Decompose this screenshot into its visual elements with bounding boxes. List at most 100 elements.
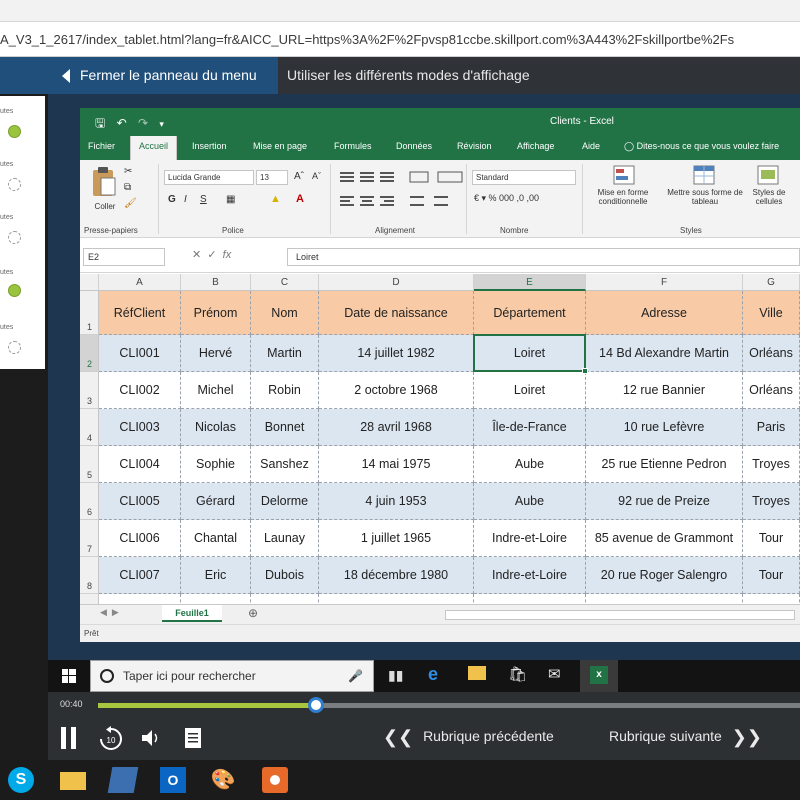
column-header-c[interactable]: C <box>251 274 319 291</box>
table-cell[interactable]: Launay <box>251 520 319 557</box>
tab-mise-en-page[interactable]: Mise en page <box>253 141 307 151</box>
table-cell[interactable]: Chantal <box>181 520 251 557</box>
bold-button[interactable]: G <box>168 194 176 205</box>
table-cell[interactable]: Bonnet <box>251 409 319 446</box>
pause-icon[interactable] <box>58 726 80 750</box>
mail-icon[interactable]: ✉ <box>548 665 561 683</box>
table-cell[interactable]: 20 rue Roger Salengro <box>586 557 743 594</box>
customize-toolbar-icon[interactable]: ▾ <box>159 119 164 129</box>
status-complete-icon[interactable] <box>8 125 21 138</box>
table-cell[interactable]: 85 avenue de Grammont <box>586 520 743 557</box>
table-cell[interactable]: Orléans <box>743 335 800 372</box>
select-all-corner[interactable] <box>80 274 99 291</box>
transcript-icon[interactable] <box>184 727 202 749</box>
column-header-b[interactable]: B <box>181 274 251 291</box>
formula-buttons[interactable]: ✕ ✓ fx <box>192 248 287 266</box>
increase-font-icon[interactable]: Aˆ <box>294 171 304 182</box>
tab-fichier[interactable]: Fichier <box>88 141 115 151</box>
fill-color-icon[interactable]: ▲ <box>270 193 281 205</box>
decrease-font-icon[interactable]: Aˇ <box>312 171 321 181</box>
table-cell[interactable]: CLI001 <box>99 335 181 372</box>
recorder-icon[interactable] <box>262 767 288 793</box>
font-size-select[interactable]: 13 <box>256 170 288 185</box>
row-header-6[interactable]: 6 <box>80 483 99 520</box>
close-menu-button[interactable]: Fermer le panneau du menu <box>0 57 278 94</box>
column-header-e[interactable]: E <box>474 274 586 291</box>
table-cell[interactable]: Hervé <box>181 335 251 372</box>
table-cell[interactable]: Martin <box>251 335 319 372</box>
column-header-d[interactable]: D <box>319 274 474 291</box>
name-box[interactable]: E2 <box>83 248 165 266</box>
empty-cell[interactable] <box>474 594 586 604</box>
number-format-select[interactable]: Standard <box>472 170 576 185</box>
table-cell[interactable]: 92 rue de Preize <box>586 483 743 520</box>
paint-icon[interactable]: 🎨 <box>210 767 236 793</box>
font-name-select[interactable]: Lucida Grande <box>164 170 254 185</box>
table-header-cell[interactable]: Date de naissance <box>319 291 474 335</box>
status-incomplete-icon[interactable] <box>8 341 21 354</box>
task-view-icon[interactable]: ▮▮ <box>388 667 403 684</box>
windows-start-icon[interactable] <box>62 669 76 683</box>
table-cell[interactable]: 14 Bd Alexandre Martin <box>586 335 743 372</box>
table-cell[interactable]: Aube <box>474 446 586 483</box>
font-color-icon[interactable]: A <box>296 193 304 205</box>
table-cell[interactable]: Gérard <box>181 483 251 520</box>
conditional-format-icon[interactable] <box>612 164 636 186</box>
table-header-cell[interactable]: Département <box>474 291 586 335</box>
table-cell[interactable]: Indre-et-Loire <box>474 520 586 557</box>
table-cell[interactable]: 2 octobre 1968 <box>319 372 474 409</box>
table-cell[interactable]: 10 rue Lefèvre <box>586 409 743 446</box>
tab-aide[interactable]: Aide <box>582 141 600 151</box>
skype-icon[interactable]: S <box>8 767 34 793</box>
store-icon[interactable]: 🛍 <box>508 665 527 683</box>
save-icon[interactable]: 🖫 <box>95 116 105 130</box>
number-format-buttons[interactable]: € ▾ % 000 ,0 ,00 <box>474 193 539 204</box>
redo-icon[interactable]: ↷ <box>138 116 148 130</box>
outlook-icon[interactable]: O <box>160 767 186 793</box>
tell-me-search[interactable]: ◯ Dites-nous ce que vous voulez faire <box>624 141 779 152</box>
row-header-8[interactable]: 8 <box>80 557 99 594</box>
table-cell[interactable]: 14 juillet 1982 <box>319 335 474 372</box>
table-cell[interactable]: Indre-et-Loire <box>474 557 586 594</box>
row-header-2[interactable]: 2 <box>80 335 99 372</box>
excel-taskbar-slot[interactable]: x <box>580 660 618 692</box>
table-cell[interactable]: Robin <box>251 372 319 409</box>
table-cell[interactable]: Tour <box>743 520 800 557</box>
row-header-7[interactable]: 7 <box>80 520 99 557</box>
table-cell[interactable]: 12 rue Bannier <box>586 372 743 409</box>
taskbar-search-box[interactable]: Taper ici pour rechercher 🎤 <box>90 660 374 692</box>
undo-icon[interactable]: ↶ <box>117 116 127 130</box>
table-cell[interactable]: Michel <box>181 372 251 409</box>
row-header-4[interactable]: 4 <box>80 409 99 446</box>
rewind-10-icon[interactable]: 10 <box>98 726 124 752</box>
borders-icon[interactable]: ▦ <box>226 194 235 205</box>
file-explorer-icon[interactable] <box>468 666 486 680</box>
empty-cell[interactable] <box>743 594 800 604</box>
app-icon[interactable] <box>107 767 139 793</box>
tab-affichage[interactable]: Affichage <box>517 141 554 151</box>
column-header-a[interactable]: A <box>99 274 181 291</box>
status-complete-icon[interactable] <box>8 284 21 297</box>
row-header-3[interactable]: 3 <box>80 372 99 409</box>
table-cell[interactable]: 4 juin 1953 <box>319 483 474 520</box>
file-explorer-icon[interactable] <box>60 772 86 790</box>
table-cell[interactable]: 18 décembre 1980 <box>319 557 474 594</box>
table-cell[interactable]: Sophie <box>181 446 251 483</box>
table-cell[interactable]: Paris <box>743 409 800 446</box>
cut-icon[interactable]: ✂ <box>124 166 132 177</box>
cell-styles-icon[interactable] <box>756 164 780 186</box>
status-incomplete-icon[interactable] <box>8 231 21 244</box>
table-cell[interactable]: 1 juillet 1965 <box>319 520 474 557</box>
table-cell[interactable]: CLI005 <box>99 483 181 520</box>
next-topic-button[interactable]: Rubrique suivante ❯❯ <box>609 727 762 747</box>
status-incomplete-icon[interactable] <box>8 178 21 191</box>
table-cell[interactable]: Troyes <box>743 483 800 520</box>
row-header-5[interactable]: 5 <box>80 446 99 483</box>
table-cell[interactable]: Tour <box>743 557 800 594</box>
table-cell[interactable]: Delorme <box>251 483 319 520</box>
table-header-cell[interactable]: Prénom <box>181 291 251 335</box>
table-cell[interactable]: Loiret <box>474 372 586 409</box>
tab-insertion[interactable]: Insertion <box>192 141 227 151</box>
column-header-f[interactable]: F <box>586 274 743 291</box>
copy-icon[interactable]: ⧉ <box>124 182 131 193</box>
